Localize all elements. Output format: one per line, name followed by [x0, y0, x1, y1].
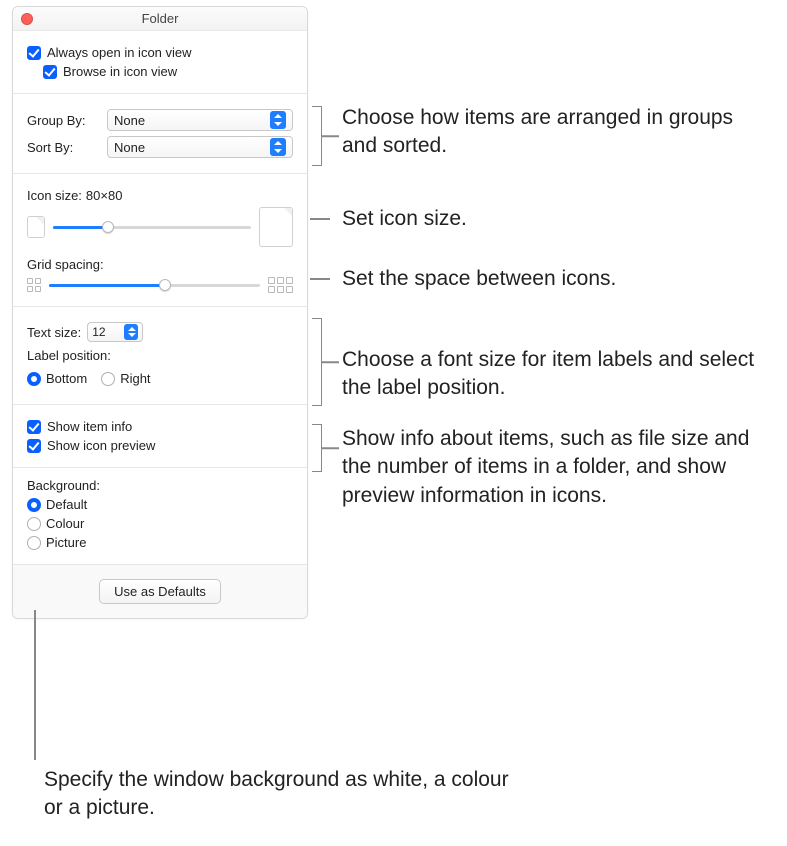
sort-by-select[interactable]: None	[107, 136, 293, 158]
callout-leader	[310, 278, 330, 280]
close-icon[interactable]	[21, 13, 33, 25]
callout-icon-size: Set icon size.	[342, 205, 467, 233]
bg-colour-label: Colour	[46, 516, 84, 531]
chevron-updown-icon	[270, 111, 286, 129]
section-show: Show item info Show icon preview	[13, 405, 307, 468]
text-size-select[interactable]: 12	[87, 322, 143, 342]
show-icon-preview-label: Show icon preview	[47, 438, 155, 453]
callout-text: Choose a font size for item labels and s…	[342, 346, 772, 403]
callout-leader	[310, 218, 330, 220]
callout-sort: Choose how items are arranged in groups …	[342, 104, 772, 161]
callout-bracket	[312, 318, 322, 406]
text-size-value: 12	[92, 325, 105, 339]
always-open-label: Always open in icon view	[47, 45, 192, 60]
callout-grid: Set the space between icons.	[342, 265, 616, 293]
section-sorting: Group By: None Sort By: None	[13, 94, 307, 174]
sort-by-value: None	[114, 140, 145, 155]
bg-picture-radio[interactable]	[27, 536, 41, 550]
group-by-label: Group By:	[27, 113, 97, 128]
group-by-value: None	[114, 113, 145, 128]
file-small-icon	[27, 216, 45, 238]
section-text: Text size: 12 Label position: Bottom Rig…	[13, 307, 307, 405]
callout-bracket	[312, 106, 322, 166]
panel-footer: Use as Defaults	[13, 565, 307, 618]
grid-tight-icon	[27, 278, 41, 292]
show-item-info-label: Show item info	[47, 419, 132, 434]
section-icon-grid: Icon size: 80×80 Grid spacing:	[13, 174, 307, 307]
section-background: Background: Default Colour Picture	[13, 468, 307, 565]
label-right-radio[interactable]	[101, 372, 115, 386]
titlebar: Folder	[13, 7, 307, 31]
background-heading: Background:	[27, 478, 293, 493]
section-view-mode: Always open in icon view Browse in icon …	[13, 31, 307, 94]
browse-checkbox[interactable]	[43, 65, 57, 79]
chevron-updown-icon	[270, 138, 286, 156]
group-by-select[interactable]: None	[107, 109, 293, 131]
always-open-checkbox[interactable]	[27, 46, 41, 60]
browse-label: Browse in icon view	[63, 64, 177, 79]
icon-size-label: Icon size:	[27, 188, 82, 203]
grid-loose-icon	[268, 277, 293, 293]
callout-show: Show info about items, such as file size…	[342, 425, 772, 510]
label-bottom-radio[interactable]	[27, 372, 41, 386]
icon-size-slider[interactable]	[53, 218, 251, 236]
icon-size-value: 80×80	[86, 188, 123, 203]
chevron-updown-icon	[124, 324, 138, 340]
use-defaults-button[interactable]: Use as Defaults	[99, 579, 221, 604]
view-options-panel: Folder Always open in icon view Browse i…	[12, 6, 308, 619]
label-right-text: Right	[120, 371, 150, 386]
text-size-label: Text size:	[27, 325, 81, 340]
bg-default-label: Default	[46, 497, 87, 512]
label-position-heading: Label position:	[27, 348, 293, 363]
grid-spacing-label: Grid spacing:	[27, 257, 104, 272]
bg-picture-label: Picture	[46, 535, 86, 550]
show-item-info-checkbox[interactable]	[27, 420, 41, 434]
callout-leader	[34, 610, 36, 760]
bg-default-radio[interactable]	[27, 498, 41, 512]
grid-spacing-slider[interactable]	[49, 276, 260, 294]
show-icon-preview-checkbox[interactable]	[27, 439, 41, 453]
bg-colour-radio[interactable]	[27, 517, 41, 531]
sort-by-label: Sort By:	[27, 140, 97, 155]
callout-bracket	[312, 424, 322, 472]
callout-background: Specify the window background as white, …	[44, 766, 524, 823]
label-bottom-text: Bottom	[46, 371, 87, 386]
window-title: Folder	[142, 11, 179, 26]
file-large-icon	[259, 207, 293, 247]
